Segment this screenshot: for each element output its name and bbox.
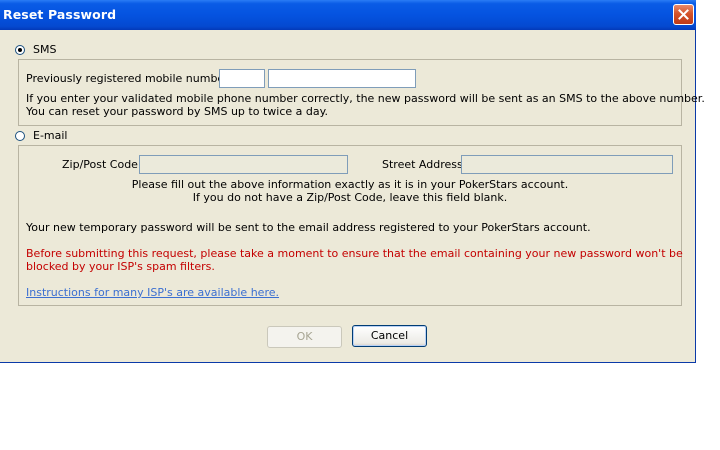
close-button[interactable]: [673, 4, 694, 25]
close-icon: [678, 9, 689, 20]
temp-password-note: Your new temporary password will be sent…: [26, 221, 591, 234]
zip-input[interactable]: [139, 155, 348, 174]
window-title: Reset Password: [3, 7, 117, 22]
spam-warning-line2: blocked by your ISP's spam filters.: [26, 260, 215, 273]
street-address-label: Street Address:: [382, 158, 467, 171]
street-address-input[interactable]: [461, 155, 673, 174]
mobile-number-label: Previously registered mobile number:: [26, 72, 233, 85]
sms-info-line1: If you enter your validated mobile phone…: [26, 92, 705, 105]
sms-info-line2: You can reset your password by SMS up to…: [26, 105, 329, 118]
email-radio[interactable]: [15, 131, 25, 141]
fill-note-line1: Please fill out the above information ex…: [131, 178, 569, 191]
sms-radio[interactable]: [15, 45, 25, 55]
title-bar[interactable]: Reset Password: [0, 0, 696, 30]
ok-button[interactable]: OK: [267, 326, 342, 348]
email-option-label[interactable]: E-mail: [33, 129, 68, 142]
reset-password-dialog: Reset Password SMS Previously registered…: [0, 0, 705, 363]
mobile-prefix-input[interactable]: [219, 69, 265, 88]
sms-option-label[interactable]: SMS: [33, 43, 56, 56]
spam-warning-line1: Before submitting this request, please t…: [26, 247, 683, 260]
fill-note-line2: If you do not have a Zip/Post Code, leav…: [192, 191, 508, 204]
radio-selected-dot: [18, 48, 22, 52]
zip-label: Zip/Post Code:: [62, 158, 142, 171]
isp-instructions-link[interactable]: Instructions for many ISP's are availabl…: [26, 286, 279, 299]
cancel-button[interactable]: Cancel: [352, 325, 427, 347]
mobile-number-input[interactable]: [268, 69, 416, 88]
